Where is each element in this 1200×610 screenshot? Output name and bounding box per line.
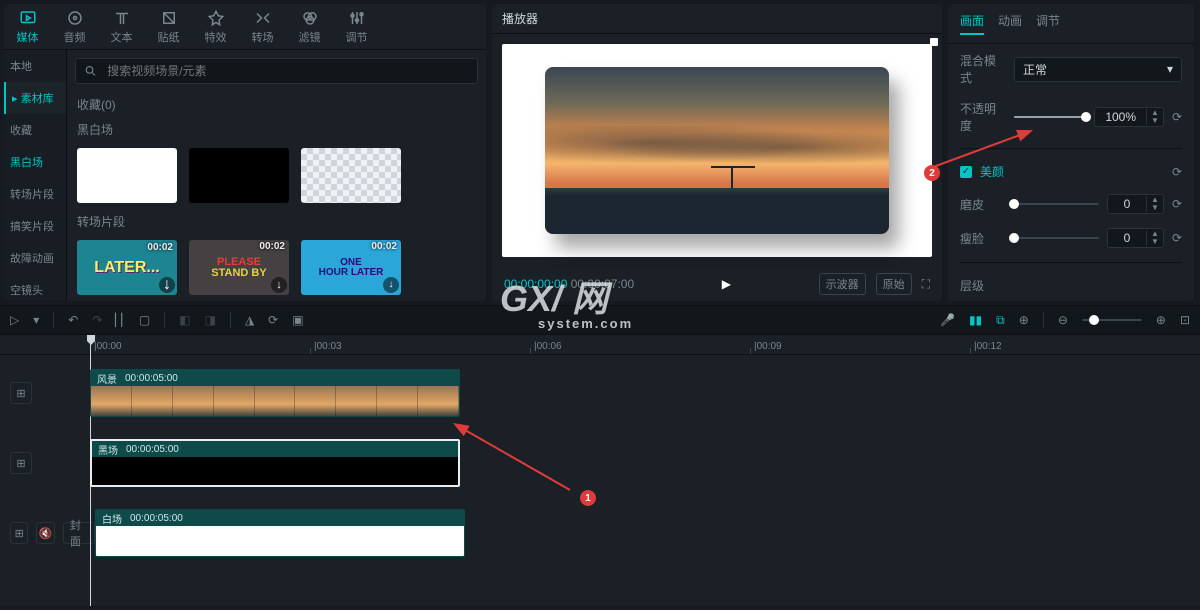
opacity-slider[interactable]	[1014, 116, 1086, 118]
search-icon	[84, 64, 97, 78]
rotate-icon[interactable]: ⟳	[268, 313, 278, 327]
fullscreen-icon[interactable]: ⛶	[922, 277, 930, 292]
chevron-down-icon[interactable]: ▾	[33, 313, 39, 327]
inspector-tabs: 画面 动画 调节	[948, 4, 1194, 44]
section-blackwhite: 黑白场	[67, 117, 486, 142]
thumb-white[interactable]	[77, 148, 177, 203]
zoom-slider[interactable]	[1082, 319, 1142, 321]
reset-icon[interactable]: ⟳	[1172, 110, 1182, 124]
skin-row: 磨皮 0 ▲▼ ⟳	[960, 194, 1182, 214]
favorite-count: 收藏(0)	[67, 92, 486, 117]
zoom-fit-icon[interactable]: ⊡	[1180, 313, 1190, 327]
tool-cut-left[interactable]: ◧	[179, 313, 190, 327]
preview-image	[545, 67, 889, 233]
skin-value[interactable]: 0 ▲▼	[1107, 194, 1164, 214]
download-icon[interactable]: ↓	[271, 277, 287, 293]
mirror-icon[interactable]: ◮	[245, 313, 254, 327]
link-icon[interactable]: ⧉	[996, 313, 1005, 328]
media-panel: 媒体 音频 文本 贴纸 特效	[4, 4, 486, 301]
original-button[interactable]: 原始	[876, 273, 912, 295]
thumb-hourlater[interactable]: ONEHOUR LATER 00:02 ↓	[301, 240, 401, 295]
ruler[interactable]: |00:00 |00:03 |00:06 |00:09 |00:12	[0, 335, 1200, 355]
top-nav: 媒体 音频 文本 贴纸 特效	[4, 4, 486, 50]
sidebar-item-library[interactable]: ▸ 素材库	[4, 82, 66, 114]
crop-icon[interactable]: ▣	[292, 313, 303, 327]
opacity-row: 不透明度 100% ▲▼ ⟳	[960, 100, 1182, 134]
zoom-out-icon[interactable]: ⊖	[1058, 313, 1068, 327]
thumb-transparent[interactable]	[301, 148, 401, 203]
reset-icon[interactable]: ⟳	[1172, 231, 1182, 245]
tab-sticker[interactable]: 贴纸	[145, 4, 192, 49]
inspector-panel: 画面 动画 调节 混合模式 正常 ▾ 不透明度 100% ▲▼	[948, 4, 1194, 301]
timeline-toolbar: ▷ ▾ ↶ ↷ ⎮⎮ ▢ ◧ ◨ ◮ ⟳ ▣ 🎤 ▮▮ ⧉ ⊕ ⊖ ⊕ ⊡	[0, 305, 1200, 335]
timeline: |00:00 |00:03 |00:06 |00:09 |00:12 ⊞ 风景0…	[0, 335, 1200, 606]
sidebar-item-blackwhite[interactable]: 黑白场	[4, 146, 66, 178]
align-icon[interactable]: ⊕	[1019, 313, 1029, 327]
tab-adjust[interactable]: 调节	[333, 4, 380, 49]
tab-effect[interactable]: 特效	[192, 4, 239, 49]
cursor-tool[interactable]: ▷	[10, 313, 19, 327]
split-icon[interactable]: ⎮⎮	[112, 313, 125, 327]
undo-icon[interactable]: ↶	[68, 313, 78, 327]
clip-video[interactable]: 风景00:00:05:00	[90, 369, 460, 417]
play-button[interactable]: ▶	[722, 277, 731, 291]
zoom-in-icon[interactable]: ⊕	[1156, 313, 1166, 327]
tab-text[interactable]: 文本	[98, 4, 145, 49]
face-value[interactable]: 0 ▲▼	[1107, 228, 1164, 248]
library-body: 收藏(0) 黑白场 转场片段 LATER... 00:02 ↓	[67, 50, 486, 301]
tab-audio[interactable]: 音频	[51, 4, 98, 49]
thumb-black[interactable]	[189, 148, 289, 203]
magnet-icon[interactable]: ▮▮	[969, 313, 982, 327]
timecode: 00:00:00:00 00:00:07:00	[504, 277, 634, 291]
layer-row: 层级 1 2	[960, 277, 1182, 301]
face-row: 瘦脸 0 ▲▼ ⟳	[960, 228, 1182, 248]
mic-icon[interactable]: 🎤	[940, 313, 955, 327]
library-sidebar: 本地 ▸ 素材库 收藏 黑白场 转场片段 搞笑片段 故障动画 空镜头 片头	[4, 50, 67, 301]
sidebar-item-empty[interactable]: 空镜头	[4, 274, 66, 301]
tab-media[interactable]: 媒体	[4, 4, 51, 49]
clip-black[interactable]: 黑场00:00:05:00	[90, 439, 460, 487]
tab-filter[interactable]: 滤镜	[286, 4, 333, 49]
beauty-checkbox[interactable]: ✓	[960, 166, 972, 178]
player-stage[interactable]	[502, 44, 932, 257]
player-panel: 播放器 00:00:00:00 00:00:07:00 ▶ 示波器 原始 ⛶	[492, 4, 942, 301]
opacity-value[interactable]: 100% ▲▼	[1094, 107, 1164, 127]
delete-icon[interactable]: ▢	[139, 313, 150, 327]
tool-cut-right[interactable]: ◨	[205, 313, 216, 327]
player-title: 播放器	[492, 4, 942, 34]
beauty-row: ✓ 美颜 ⟳	[960, 163, 1182, 180]
reset-icon[interactable]: ⟳	[1172, 197, 1182, 211]
mute-icon[interactable]: 🔇	[36, 522, 54, 544]
search-input[interactable]	[105, 63, 469, 79]
blend-select[interactable]: 正常 ▾	[1014, 57, 1182, 82]
thumb-later[interactable]: LATER... 00:02 ↓	[77, 240, 177, 295]
track-toggle[interactable]: ⊞	[10, 452, 32, 474]
face-slider[interactable]	[1014, 237, 1099, 239]
skin-slider[interactable]	[1014, 203, 1099, 205]
track-toggle[interactable]: ⊞	[10, 382, 32, 404]
sidebar-item-favorite[interactable]: 收藏	[4, 114, 66, 146]
section-transition: 转场片段	[67, 209, 486, 234]
tab-transition[interactable]: 转场	[239, 4, 286, 49]
player-controls: 00:00:00:00 00:00:07:00 ▶ 示波器 原始 ⛶	[492, 267, 942, 301]
clip-white[interactable]: 白场00:00:05:00	[95, 509, 465, 557]
sidebar-item-glitch[interactable]: 故障动画	[4, 242, 66, 274]
download-icon[interactable]: ↓	[383, 277, 399, 293]
tab-adjust[interactable]: 调节	[1036, 12, 1060, 35]
track-toggle[interactable]: ⊞	[10, 522, 28, 544]
scope-button[interactable]: 示波器	[819, 273, 866, 295]
search-input-wrap[interactable]	[75, 58, 478, 84]
resize-handle[interactable]	[930, 38, 938, 46]
reset-icon[interactable]: ⟳	[1172, 165, 1182, 179]
redo-icon[interactable]: ↷	[92, 313, 102, 327]
tab-picture[interactable]: 画面	[960, 12, 984, 35]
sidebar-item-local[interactable]: 本地	[4, 50, 66, 82]
thumb-standby[interactable]: PLEASESTAND BY 00:02 ↓	[189, 240, 289, 295]
download-icon[interactable]: ↓	[159, 277, 175, 293]
chevron-down-icon: ▾	[1167, 62, 1173, 76]
blend-row: 混合模式 正常 ▾	[960, 52, 1182, 86]
tab-anim[interactable]: 动画	[998, 12, 1022, 35]
sidebar-item-funny[interactable]: 搞笑片段	[4, 210, 66, 242]
sidebar-item-transclip[interactable]: 转场片段	[4, 178, 66, 210]
